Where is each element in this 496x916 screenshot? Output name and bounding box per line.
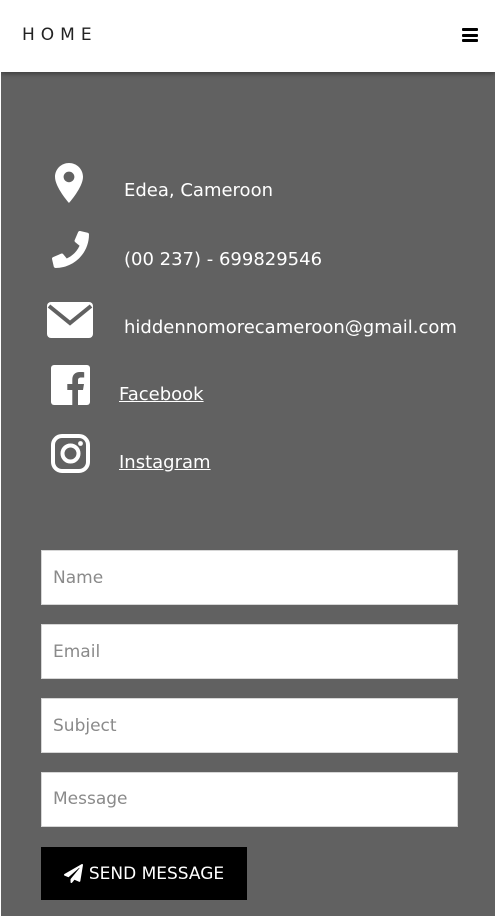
contact-email-row: hiddennomorecameroon@gmail.com <box>0 298 496 348</box>
facebook-link[interactable]: Facebook <box>119 384 204 405</box>
email-field[interactable] <box>41 624 458 679</box>
send-message-label: SEND MESSAGE <box>88 863 225 884</box>
message-field[interactable] <box>41 772 458 827</box>
email-text: hiddennomorecameroon@gmail.com <box>124 317 457 338</box>
name-field[interactable] <box>41 550 458 605</box>
envelope-icon <box>47 300 93 340</box>
location-text: Edea, Cameroon <box>124 180 273 201</box>
top-navbar: HOME <box>1 0 495 72</box>
contact-facebook-row: Facebook <box>0 364 496 414</box>
instagram-link[interactable]: Instagram <box>119 452 211 473</box>
subject-field[interactable] <box>41 698 458 753</box>
map-marker-icon <box>55 162 83 204</box>
phone-text: (00 237) - 699829546 <box>124 249 323 270</box>
phone-icon <box>51 230 89 268</box>
hamburger-menu-icon[interactable] <box>462 28 478 42</box>
contact-phone-row: (00 237) - 699829546 <box>0 228 496 278</box>
left-border <box>0 0 1 916</box>
paper-plane-icon <box>63 864 83 883</box>
facebook-icon[interactable] <box>51 365 90 405</box>
send-message-button[interactable]: SEND MESSAGE <box>41 847 247 900</box>
instagram-icon[interactable] <box>51 433 90 473</box>
contact-location-row: Edea, Cameroon <box>0 160 496 210</box>
contact-instagram-row: Instagram <box>0 432 496 482</box>
home-link[interactable]: HOME <box>22 25 98 45</box>
